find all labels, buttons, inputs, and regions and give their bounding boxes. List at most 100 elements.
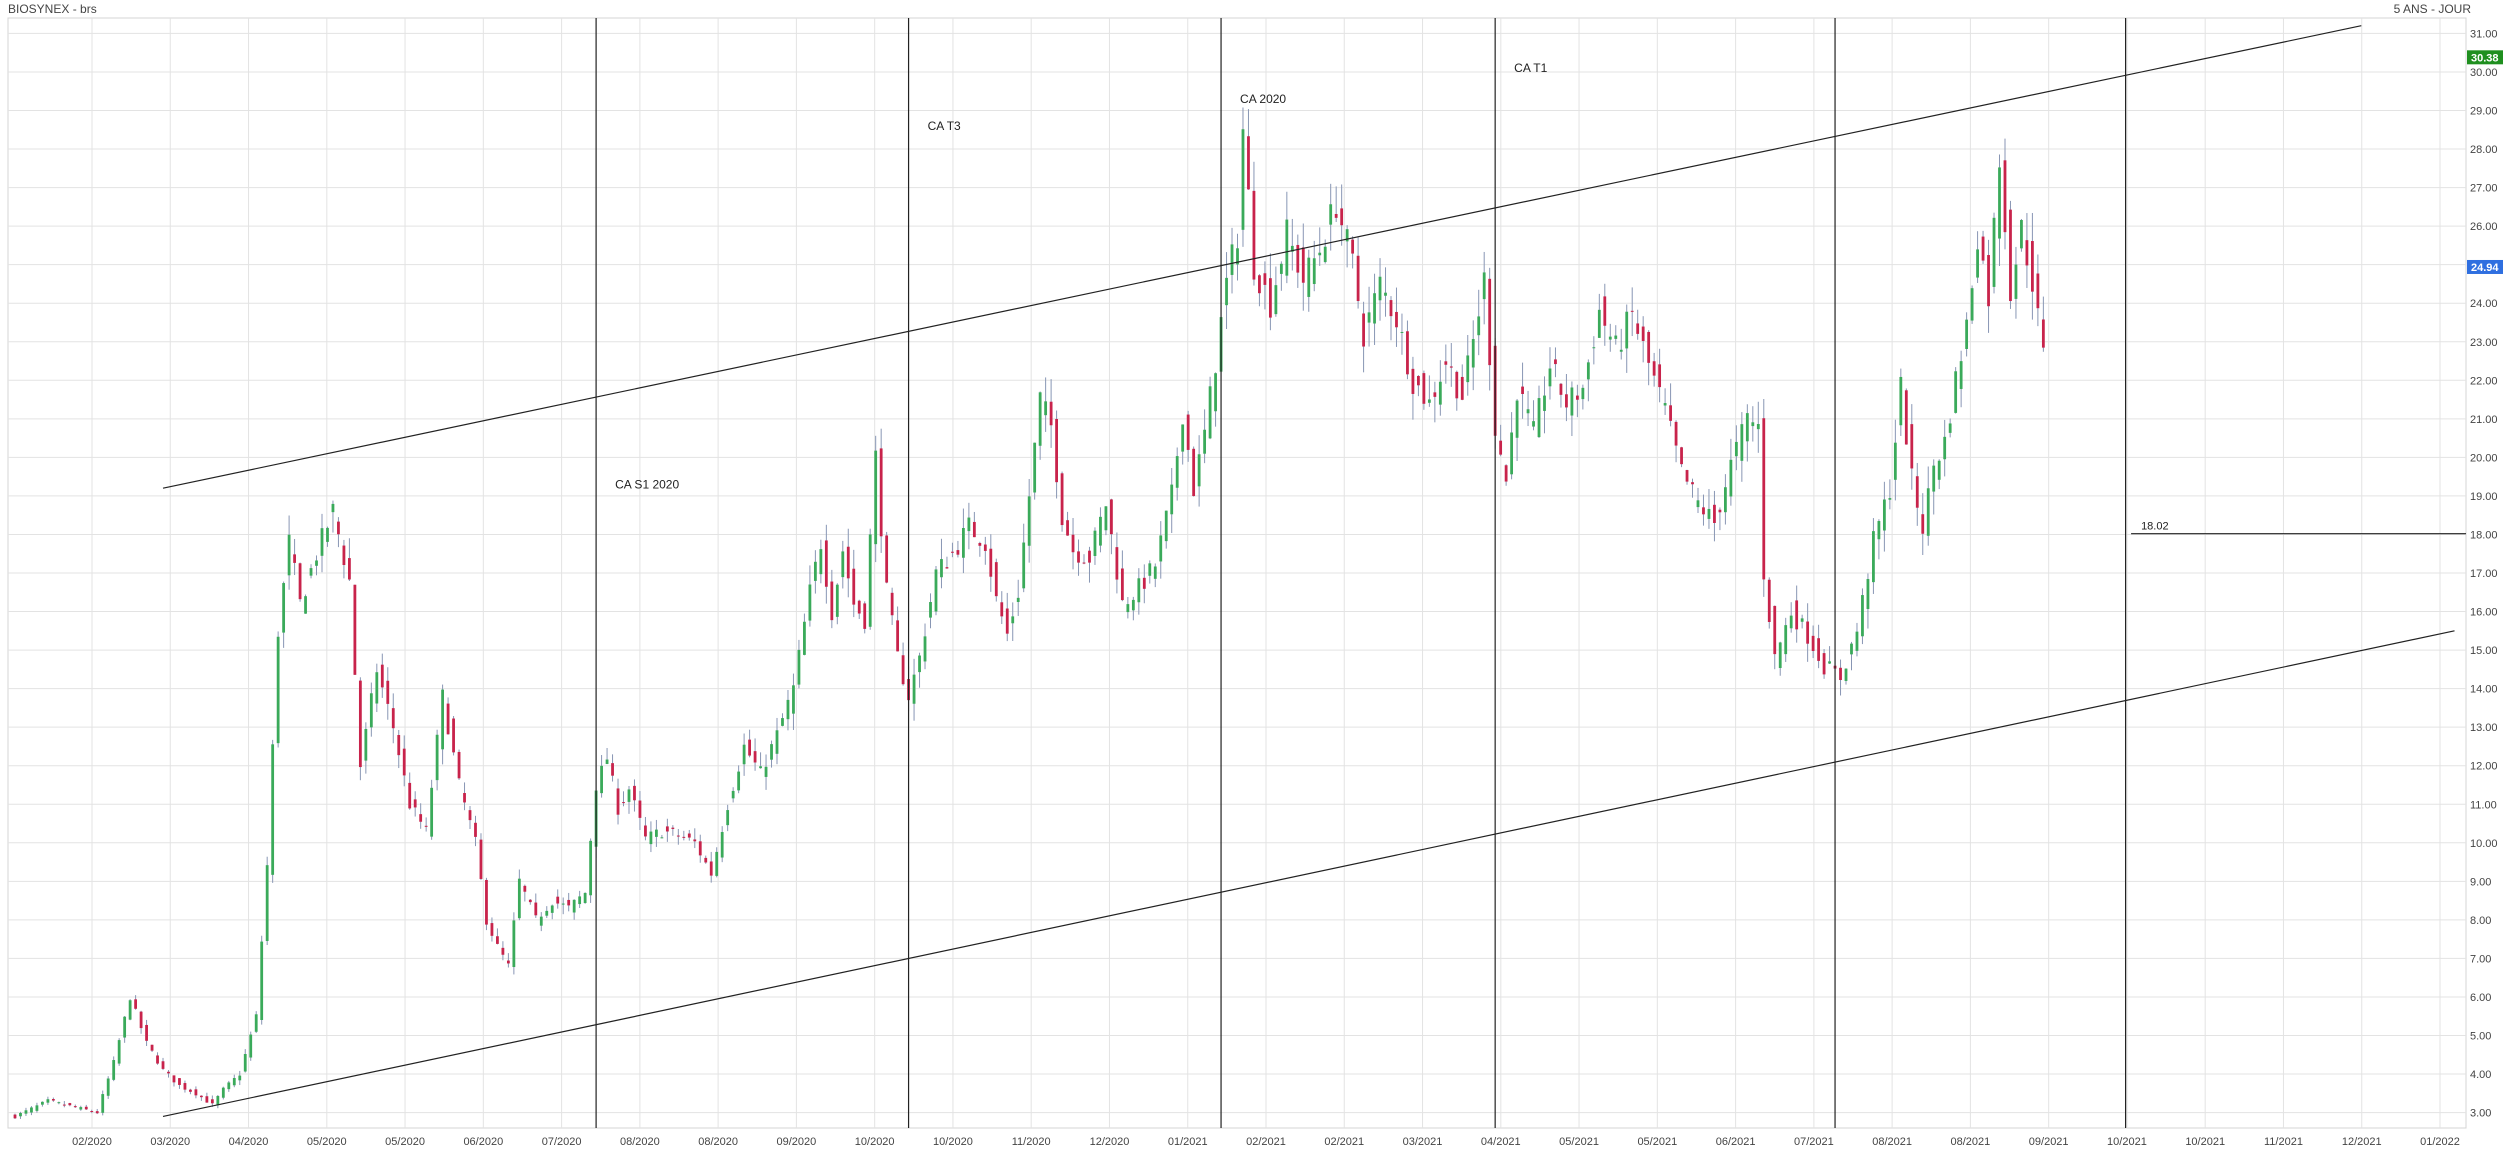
y-tick-label: 3.00 [2470, 1108, 2491, 1120]
candle-up [655, 829, 658, 837]
candle-up [1477, 316, 1481, 336]
candle-up [287, 534, 291, 576]
candle-down [638, 800, 642, 818]
x-tick-label: 06/2020 [463, 1136, 503, 1148]
candle-down [945, 567, 949, 569]
y-tick-label: 8.00 [2470, 915, 2491, 927]
candle-up [1663, 403, 1667, 406]
candle-up [1861, 595, 1864, 637]
candle-down [490, 923, 494, 936]
candle-up [841, 551, 845, 578]
candle-up [238, 1075, 242, 1081]
candle-down [1603, 296, 1607, 326]
candle-down [1658, 364, 1662, 388]
y-tick-label: 7.00 [2470, 953, 2491, 965]
candle-up [1965, 319, 1969, 349]
trend-line [162, 630, 2455, 1118]
price-badge-label: 30.38 [2471, 52, 2499, 64]
candle-down [1049, 401, 1053, 426]
candle-up [1307, 257, 1311, 297]
candle-up [1203, 429, 1207, 454]
candle-up [265, 865, 269, 941]
candle-up [1888, 498, 1892, 500]
candle-up [1137, 578, 1141, 603]
candle-up [786, 699, 790, 720]
candle-down [1565, 394, 1568, 408]
candle-up [1751, 422, 1755, 427]
candle-down [1268, 278, 1272, 318]
x-tick-label: 05/2021 [1637, 1136, 1677, 1148]
candle-down [1422, 373, 1426, 404]
candle-up [232, 1078, 236, 1086]
candle-down [1981, 236, 1985, 261]
x-tick-label: 11/2021 [2264, 1136, 2303, 1148]
candle-up [1427, 399, 1431, 403]
candle-down [1356, 255, 1360, 302]
candle-up [1970, 288, 1974, 321]
candle-up [249, 1034, 253, 1058]
candle-down [84, 1106, 88, 1110]
candle-down [1647, 331, 1651, 363]
candle-down [73, 1106, 77, 1108]
candle-down [994, 562, 998, 597]
x-tick-label: 10/2020 [855, 1136, 895, 1148]
candlestick-chart[interactable]: 3.00 4.00 5.00 6.00 7.00 8.00 9.00 10.00 11.00 12… [0, 0, 2513, 1153]
candle-up [1526, 409, 1530, 414]
candle-up [128, 1000, 132, 1020]
candle-down [205, 1096, 209, 1103]
candle-up [1537, 398, 1541, 438]
candle-up [940, 559, 943, 578]
candle-up [517, 878, 521, 919]
candle-down [528, 899, 532, 903]
candle-up [1784, 625, 1788, 655]
candle-down [698, 841, 702, 856]
candle-up [649, 831, 653, 845]
candle-down [1055, 418, 1058, 483]
candle-up [1756, 424, 1760, 430]
candle-down [178, 1078, 181, 1085]
x-tick-label: 02/2021 [1246, 1136, 1286, 1148]
candle-up [101, 1094, 105, 1113]
candle-down [1411, 368, 1415, 394]
candle-up [1789, 615, 1793, 629]
candle-down [1444, 361, 1448, 365]
candle-down [1795, 600, 1799, 630]
y-tick-label: 18.00 [2470, 529, 2498, 541]
candle-up [835, 584, 839, 617]
x-tick-label: 10/2021 [2107, 1136, 2147, 1148]
x-tick-label: 01/2022 [2420, 1136, 2460, 1148]
candle-up [1208, 386, 1212, 439]
candle-up [1570, 387, 1574, 416]
candle-down [1559, 383, 1563, 395]
y-tick-label: 24.00 [2470, 298, 2498, 310]
candle-up [1159, 535, 1163, 562]
candle-down [951, 551, 954, 553]
candle-up [1998, 167, 2001, 239]
candle-down [1263, 273, 1267, 285]
candle-up [320, 528, 324, 556]
x-tick-label: 08/2021 [1872, 1136, 1912, 1148]
candle-down [1110, 499, 1113, 535]
candle-down [358, 680, 362, 768]
candle-down [134, 999, 138, 1009]
candle-up [1992, 217, 1996, 287]
y-tick-label: 10.00 [2470, 838, 2498, 850]
candle-up [2020, 220, 2023, 249]
y-tick-label: 4.00 [2470, 1069, 2491, 1081]
candle-up [79, 1107, 83, 1110]
candle-up [792, 685, 795, 714]
candle-down [704, 857, 708, 863]
candle-down [1767, 579, 1771, 622]
candle-up [1619, 349, 1623, 352]
candle-up [578, 896, 582, 905]
candle-down [824, 540, 828, 587]
candle-up [627, 789, 631, 802]
candle-down [1351, 239, 1355, 254]
candle-up [276, 636, 280, 744]
y-tick-label: 14.00 [2470, 684, 2498, 696]
candle-up [1400, 331, 1404, 333]
candle-down [501, 947, 505, 955]
candle-up [1937, 460, 1941, 480]
candle-down [1455, 371, 1459, 399]
candle-down [1636, 323, 1640, 334]
